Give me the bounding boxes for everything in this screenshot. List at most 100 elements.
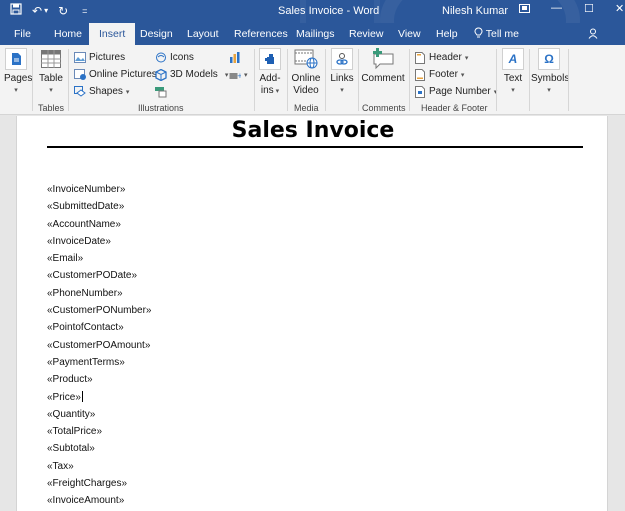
merge-field[interactable]: «FreightCharges» [47, 475, 151, 492]
pictures-icon [74, 52, 86, 64]
header-icon [414, 51, 426, 64]
chevron-down-icon: ▾ [547, 87, 551, 94]
group-label-tables: Tables [38, 103, 65, 113]
tab-design[interactable]: Design [138, 23, 175, 45]
group-separator [529, 49, 530, 111]
close-icon[interactable]: ✕ [615, 2, 624, 15]
comment-button[interactable]: Comment [361, 48, 405, 85]
shapes-icon [74, 86, 86, 98]
undo-dropdown-icon[interactable]: ▾ [44, 3, 48, 19]
document-title: Sales Invoice [231, 118, 395, 143]
document-page[interactable]: Sales Invoice «InvoiceNumber» «SubmittedD… [16, 116, 608, 511]
links-button[interactable]: Links ▾ [329, 48, 355, 97]
screenshot-button[interactable]: + ▾ [229, 67, 248, 82]
tab-help[interactable]: Help [434, 23, 460, 45]
group-separator [68, 49, 69, 111]
merge-field-text: «CustomerPONumber» [47, 305, 152, 317]
group-separator [568, 49, 569, 111]
smartart-button[interactable] [155, 84, 167, 99]
merge-field[interactable]: «AccountName» [47, 216, 151, 233]
tab-view[interactable]: View [396, 23, 423, 45]
tab-mailings[interactable]: Mailings [294, 23, 337, 45]
merge-field[interactable]: «CustomerPONumber» [47, 302, 151, 319]
icons-button[interactable]: Icons [155, 50, 194, 65]
save-icon[interactable] [10, 3, 22, 19]
pictures-label: Pictures [89, 52, 126, 63]
merge-field[interactable]: «Quantity» [47, 406, 151, 423]
merge-field[interactable]: «TotalPrice» [47, 423, 151, 440]
merge-field[interactable]: «Price» [47, 389, 151, 406]
tell-me-search[interactable]: Tell me [474, 23, 519, 45]
online-video-label-2: Video [293, 85, 319, 96]
pages-label: Pages [4, 73, 33, 84]
redo-icon[interactable]: ↻ [58, 3, 68, 19]
symbols-label: Symbols [531, 73, 570, 84]
merge-field[interactable]: «Tax» [47, 458, 151, 475]
tab-layout[interactable]: Layout [185, 23, 221, 45]
maximize-icon[interactable]: ☐ [584, 2, 594, 15]
merge-field[interactable]: «CustomerPOAmount» [47, 337, 151, 354]
tab-file[interactable]: File [12, 23, 33, 45]
merge-field-text: «TotalPrice» [47, 426, 103, 438]
add-ins-button[interactable]: Add- ins ▾ [258, 48, 282, 98]
symbols-button[interactable]: Ω Symbols ▾ [531, 48, 570, 97]
page-number-icon [414, 85, 426, 98]
ribbon-display-options-icon[interactable] [519, 4, 530, 16]
title-bar: ↶ ▾ ↻ = Sales Invoice - Word Nilesh Kuma… [0, 0, 625, 23]
group-label-header-footer: Header & Footer [421, 103, 488, 113]
merge-field[interactable]: «Email» [47, 250, 151, 267]
online-pictures-icon [74, 69, 86, 81]
merge-field-text: «FreightCharges» [47, 478, 128, 490]
merge-field-text: «InvoiceAmount» [47, 495, 125, 507]
merge-field[interactable]: «Subtotal» [47, 440, 151, 457]
tab-home[interactable]: Home [52, 23, 84, 45]
merge-field[interactable]: «InvoiceNumber» [47, 181, 151, 198]
chart-button[interactable] [229, 50, 241, 65]
icons-icon [155, 52, 167, 64]
undo-icon[interactable]: ↶ [32, 3, 42, 19]
merge-field[interactable]: «PaymentTerms» [47, 354, 151, 371]
merge-field[interactable]: «Product» [47, 371, 151, 388]
customize-qat-icon[interactable]: = [82, 3, 87, 19]
online-video-label: Online [291, 73, 321, 84]
tab-insert[interactable]: Insert [89, 23, 136, 45]
chevron-down-icon: ▾ [340, 87, 344, 94]
merge-field[interactable]: «PhoneNumber» [47, 285, 151, 302]
merge-field[interactable]: «CustomerPODate» [47, 267, 151, 284]
header-button[interactable]: Header ▾ [414, 50, 468, 65]
chevron-down-icon: ▾ [511, 87, 515, 94]
tell-me-label: Tell me [485, 28, 519, 40]
merge-field[interactable]: «SubmittedDate» [47, 198, 151, 215]
merge-field-text: «Quantity» [47, 408, 96, 420]
chart-icon [229, 52, 241, 64]
document-canvas: Sales Invoice «InvoiceNumber» «SubmittedD… [0, 116, 625, 511]
online-pictures-button[interactable]: Online Pictures [74, 67, 157, 82]
svg-text:+: + [237, 72, 241, 80]
online-pictures-label: Online Pictures [89, 69, 157, 80]
title-underline [47, 146, 583, 148]
merge-field[interactable]: «InvoiceAmount» [47, 492, 151, 509]
text-label: Text [503, 73, 523, 84]
table-button[interactable]: Table ▾ [38, 48, 64, 97]
page-number-button[interactable]: Page Number ▾ [414, 84, 497, 99]
online-video-button[interactable]: Online Video [290, 48, 322, 97]
user-name[interactable]: Nilesh Kumar [442, 5, 508, 17]
group-separator [325, 49, 326, 111]
share-button[interactable]: Share [588, 23, 625, 62]
tab-references[interactable]: References [232, 23, 290, 45]
merge-field[interactable]: «InvoiceDate» [47, 233, 151, 250]
3d-models-button[interactable]: 3D Models ▾ [155, 67, 228, 82]
footer-button[interactable]: Footer ▾ [414, 67, 464, 82]
pages-button[interactable]: Pages ▾ [4, 48, 32, 97]
footer-icon [414, 68, 426, 81]
text-button[interactable]: A Text ▾ [500, 48, 526, 97]
group-separator [496, 49, 497, 111]
pictures-button[interactable]: Pictures [74, 50, 125, 65]
table-icon [40, 48, 62, 70]
tab-review[interactable]: Review [347, 23, 385, 45]
add-ins-label: Add- [259, 73, 281, 84]
shapes-button[interactable]: Shapes ▾ [74, 84, 129, 99]
minimize-icon[interactable]: — [551, 2, 562, 14]
merge-field[interactable]: «PointofContact» [47, 319, 151, 336]
text-box-icon: A [502, 48, 524, 70]
